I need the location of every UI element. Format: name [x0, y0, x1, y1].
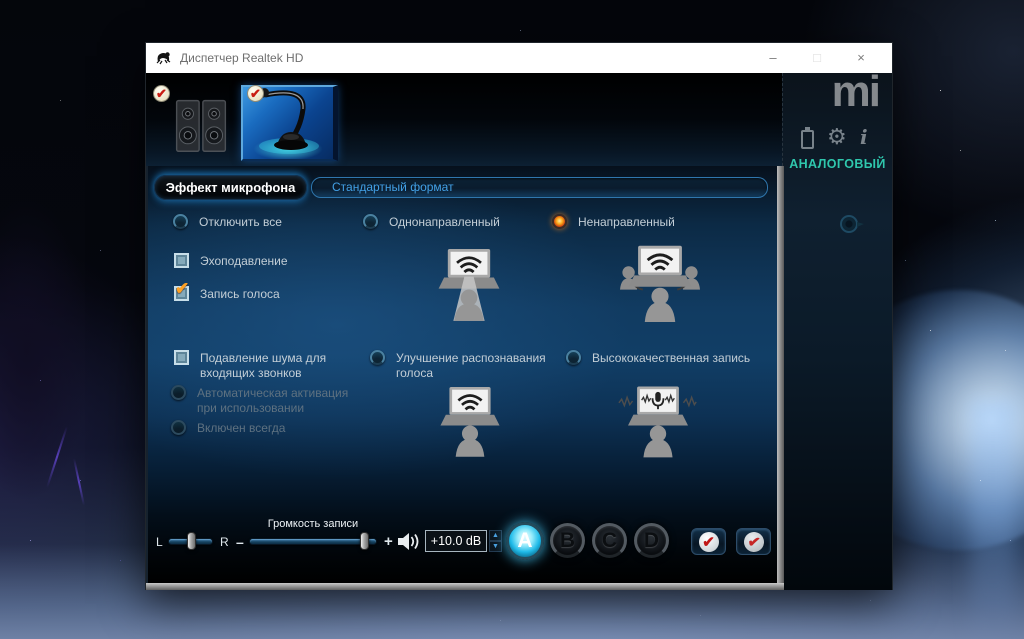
checkbox-noise-suppression[interactable]: Подавление шума для входящих звонков [174, 350, 332, 381]
minimize-button[interactable]: – [751, 44, 795, 72]
tab-mic-effects[interactable]: Эффект микрофона [154, 175, 307, 200]
voice-recognition-illustration [440, 387, 500, 457]
balance-left-label: L [156, 535, 163, 549]
default-communication-check-icon: ✔ [742, 530, 765, 553]
speaker-volume-icon [398, 533, 419, 550]
radio-icon [173, 214, 188, 229]
default-device-badge-speakers: ✔ [153, 85, 170, 102]
window-title: Диспетчер Realtek HD [180, 51, 304, 65]
profile-button-c[interactable]: C [592, 523, 627, 558]
side-panel: mi ⚙ i АНАЛОГОВЫЙ [782, 67, 892, 590]
set-default-communication-device-button[interactable]: ✔ [736, 528, 771, 555]
tab-speakers-device[interactable] [171, 95, 231, 155]
radio-icon [363, 214, 378, 229]
radio-icon [370, 350, 385, 365]
connector-type-label: АНАЛОГОВЫЙ [789, 157, 886, 171]
battery-icon [801, 127, 814, 149]
radio-omnidirectional[interactable]: Ненаправленный [552, 214, 675, 230]
volume-plus[interactable]: + [384, 533, 393, 550]
radio-icon [171, 385, 186, 400]
checkbox-echo-cancellation[interactable]: Эхоподавление [174, 253, 288, 269]
omnidirectional-illustration [620, 245, 700, 322]
eye-icon[interactable] [835, 213, 867, 240]
set-default-device-button[interactable]: ✔ [691, 528, 726, 555]
mic-effects-panel: Эффект микрофона Стандартный формат Откл… [146, 166, 777, 583]
radio-icon [566, 350, 581, 365]
radio-icon-selected [552, 214, 567, 229]
balance-slider[interactable] [168, 532, 213, 550]
boost-spin-up[interactable]: ▲ [489, 530, 502, 541]
boost-spin-down[interactable]: ▼ [489, 541, 502, 552]
tab-default-format[interactable]: Стандартный формат [311, 177, 768, 198]
radio-icon [171, 420, 186, 435]
panel-frame-bottom [146, 583, 784, 590]
device-tab-strip: ✔ ✔ [146, 73, 784, 166]
profile-button-d[interactable]: D [634, 523, 669, 558]
gear-icon[interactable]: ⚙ [827, 124, 847, 150]
record-volume-slider[interactable] [249, 532, 377, 550]
wallpaper-stars [0, 0, 1, 1]
radio-auto-activation[interactable]: Автоматическая активация при использован… [171, 385, 355, 416]
realtek-hd-manager-window: Диспетчер Realtek HD – □ × ✔ ✔ mi ⚙ i АН… [145, 42, 893, 590]
profile-button-b[interactable]: B [550, 523, 585, 558]
window-body: ✔ ✔ mi ⚙ i АНАЛОГОВЫЙ Эффект микрофона С… [146, 67, 892, 590]
radio-disable-all[interactable]: Отключить все [173, 214, 282, 230]
checkbox-icon-checked: ✔ [174, 279, 189, 301]
record-volume-slider-thumb[interactable] [360, 532, 369, 550]
wallpaper-alien-silhouette [0, 170, 150, 530]
default-device-check-icon: ✔ [698, 531, 719, 552]
balance-slider-thumb[interactable] [187, 532, 196, 550]
titlebar[interactable]: Диспетчер Realtek HD – □ × [146, 43, 892, 73]
volume-minus[interactable]: – [236, 534, 244, 550]
info-icon[interactable]: i [860, 125, 868, 149]
radio-always-on[interactable]: Включен всегда [171, 420, 285, 436]
radio-voice-recognition[interactable]: Улучшение распознавания голоса [370, 350, 551, 381]
desktop-wallpaper: Диспетчер Realtek HD – □ × ✔ ✔ mi ⚙ i АН… [0, 0, 1024, 639]
radio-unidirectional[interactable]: Однонаправленный [363, 214, 500, 230]
mi-brand-logo: mi [831, 67, 881, 116]
radio-hq-recording[interactable]: Высококачественная запись [566, 350, 750, 366]
profile-button-a[interactable]: A [506, 522, 544, 560]
checkbox-voice-recording[interactable]: ✔ Запись голоса [174, 279, 280, 302]
checkbox-icon [174, 253, 189, 268]
boost-db-value[interactable]: +10.0 dB [425, 530, 487, 552]
default-device-badge-microphone: ✔ [247, 85, 264, 102]
panel-frame-right [777, 166, 784, 590]
balance-right-label: R [220, 535, 229, 549]
unidirectional-illustration [438, 249, 500, 321]
hq-recording-illustration [618, 386, 697, 458]
checkbox-icon [174, 350, 189, 365]
realtek-app-icon [155, 51, 172, 65]
record-volume-label: Громкость записи [267, 518, 359, 530]
speakers-icon [175, 99, 227, 152]
